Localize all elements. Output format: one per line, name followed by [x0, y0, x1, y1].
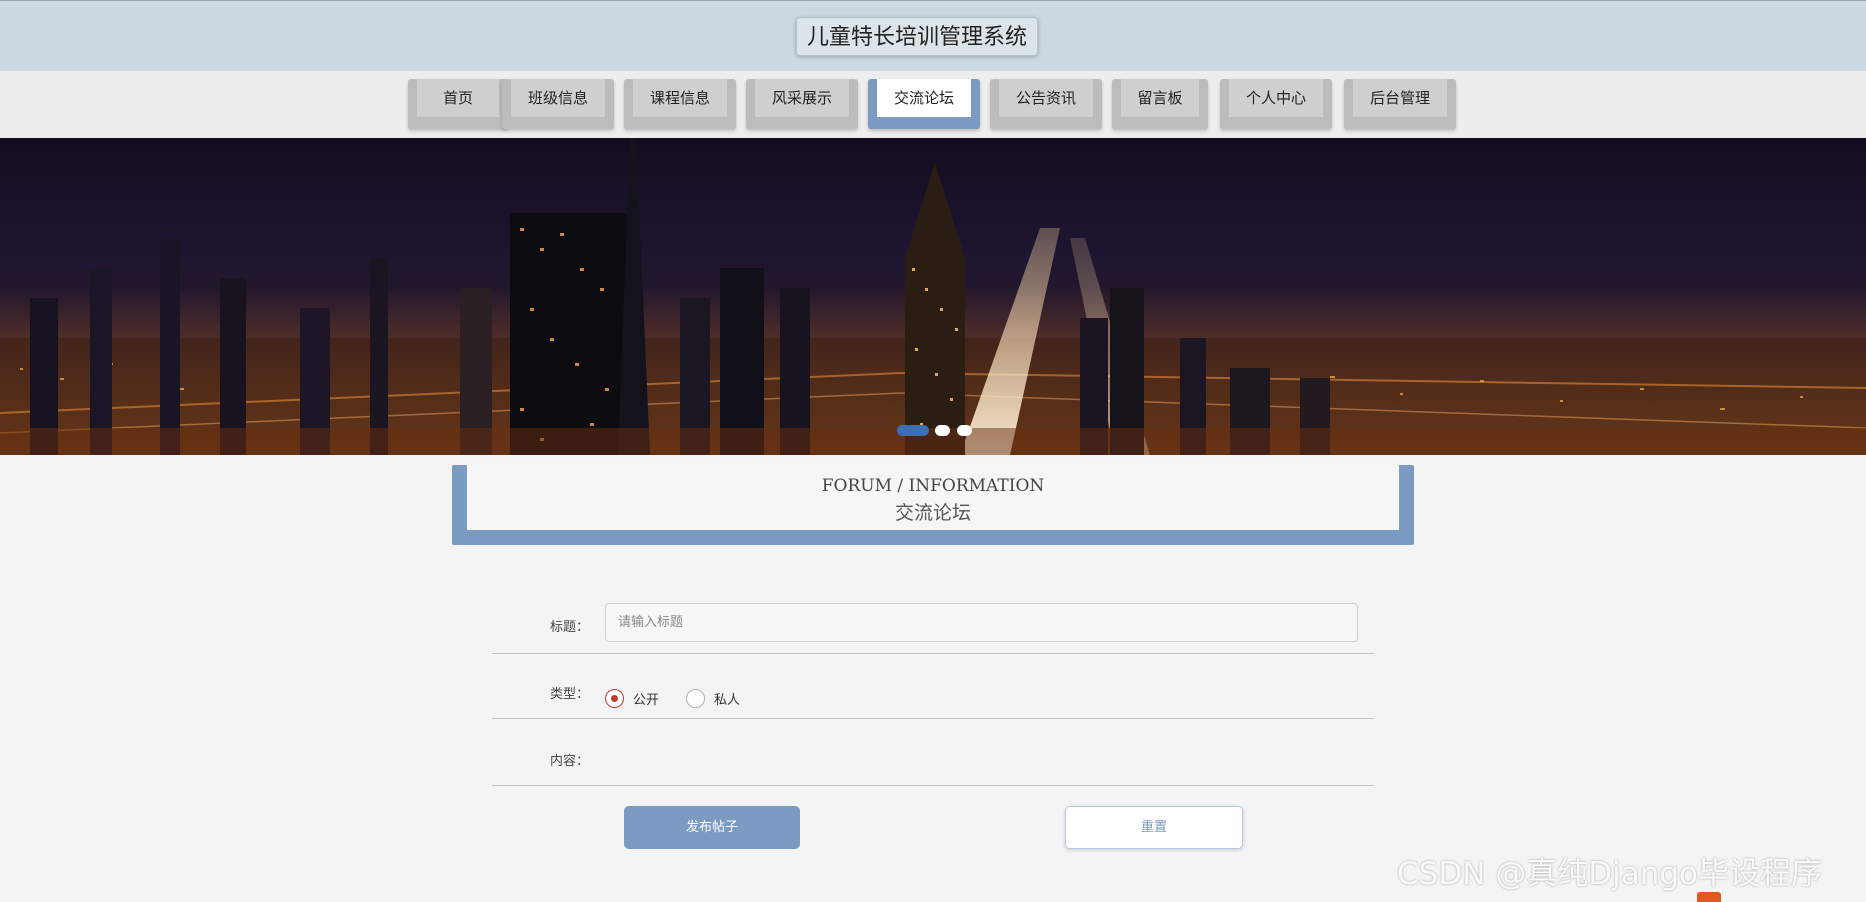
radio-public-indicator [605, 689, 624, 708]
radio-private-indicator [686, 689, 705, 708]
nav-item-classes[interactable]: 班级信息 [502, 79, 614, 129]
section-title-zh: 交流论坛 [894, 502, 971, 524]
carousel-dot-2[interactable] [935, 425, 950, 436]
nav-item-label: 班级信息 [511, 79, 605, 117]
nav-item-label: 公告资讯 [999, 79, 1093, 117]
nav-item-announcements[interactable]: 公告资讯 [990, 79, 1102, 129]
reset-button[interactable]: 重置 [1065, 806, 1243, 849]
nav-item-message-board[interactable]: 留言板 [1112, 79, 1208, 129]
content-label: 内容： [550, 754, 590, 769]
nav-item-forum[interactable]: 交流论坛 [868, 79, 980, 129]
title-label: 标题： [550, 620, 590, 635]
top-header: 儿童特长培训管理系统 [0, 0, 1866, 71]
radio-private[interactable]: 私人 [686, 689, 740, 708]
section-title-en: FORUM / INFORMATION [821, 476, 1045, 496]
form-row-content: 内容： [492, 735, 1374, 786]
nav-item-home[interactable]: 首页 [408, 79, 508, 129]
banner-carousel[interactable] [0, 138, 1866, 455]
nav-item-showcase[interactable]: 风采展示 [746, 79, 858, 129]
site-title: 儿童特长培训管理系统 [796, 17, 1039, 56]
corner-logo-icon [1697, 892, 1721, 902]
title-input[interactable] [605, 603, 1358, 642]
watermark: CSDN @真纯Django毕设程序 [1397, 856, 1823, 892]
form-row-title: 标题： [492, 603, 1374, 654]
nav-item-label: 课程信息 [633, 79, 727, 117]
nav-item-label: 留言板 [1121, 79, 1199, 117]
nav-item-label: 后台管理 [1353, 79, 1447, 117]
nav-item-label: 个人中心 [1229, 79, 1323, 117]
carousel-dot-3[interactable] [957, 425, 972, 436]
nav-item-label: 风采展示 [755, 79, 849, 117]
nav-item-label: 交流论坛 [877, 79, 971, 117]
section-header-box: FORUM / INFORMATION 交流论坛 [467, 465, 1399, 530]
main-nav: 首页 班级信息 课程信息 风采展示 交流论坛 公告资讯 留言板 个人中心 后台管… [0, 71, 1866, 138]
radio-private-label: 私人 [714, 693, 741, 708]
carousel-dot-1[interactable] [897, 425, 929, 436]
banner-image [0, 138, 1866, 455]
radio-public-label: 公开 [633, 693, 660, 708]
type-label: 类型： [550, 687, 590, 702]
nav-item-personal-center[interactable]: 个人中心 [1220, 79, 1332, 129]
nav-item-admin[interactable]: 后台管理 [1344, 79, 1456, 129]
publish-post-button[interactable]: 发布帖子 [624, 806, 800, 849]
section-header: FORUM / INFORMATION 交流论坛 [452, 465, 1414, 545]
nav-item-courses[interactable]: 课程信息 [624, 79, 736, 129]
nav-item-label: 首页 [417, 79, 499, 117]
radio-public[interactable]: 公开 [605, 689, 659, 708]
